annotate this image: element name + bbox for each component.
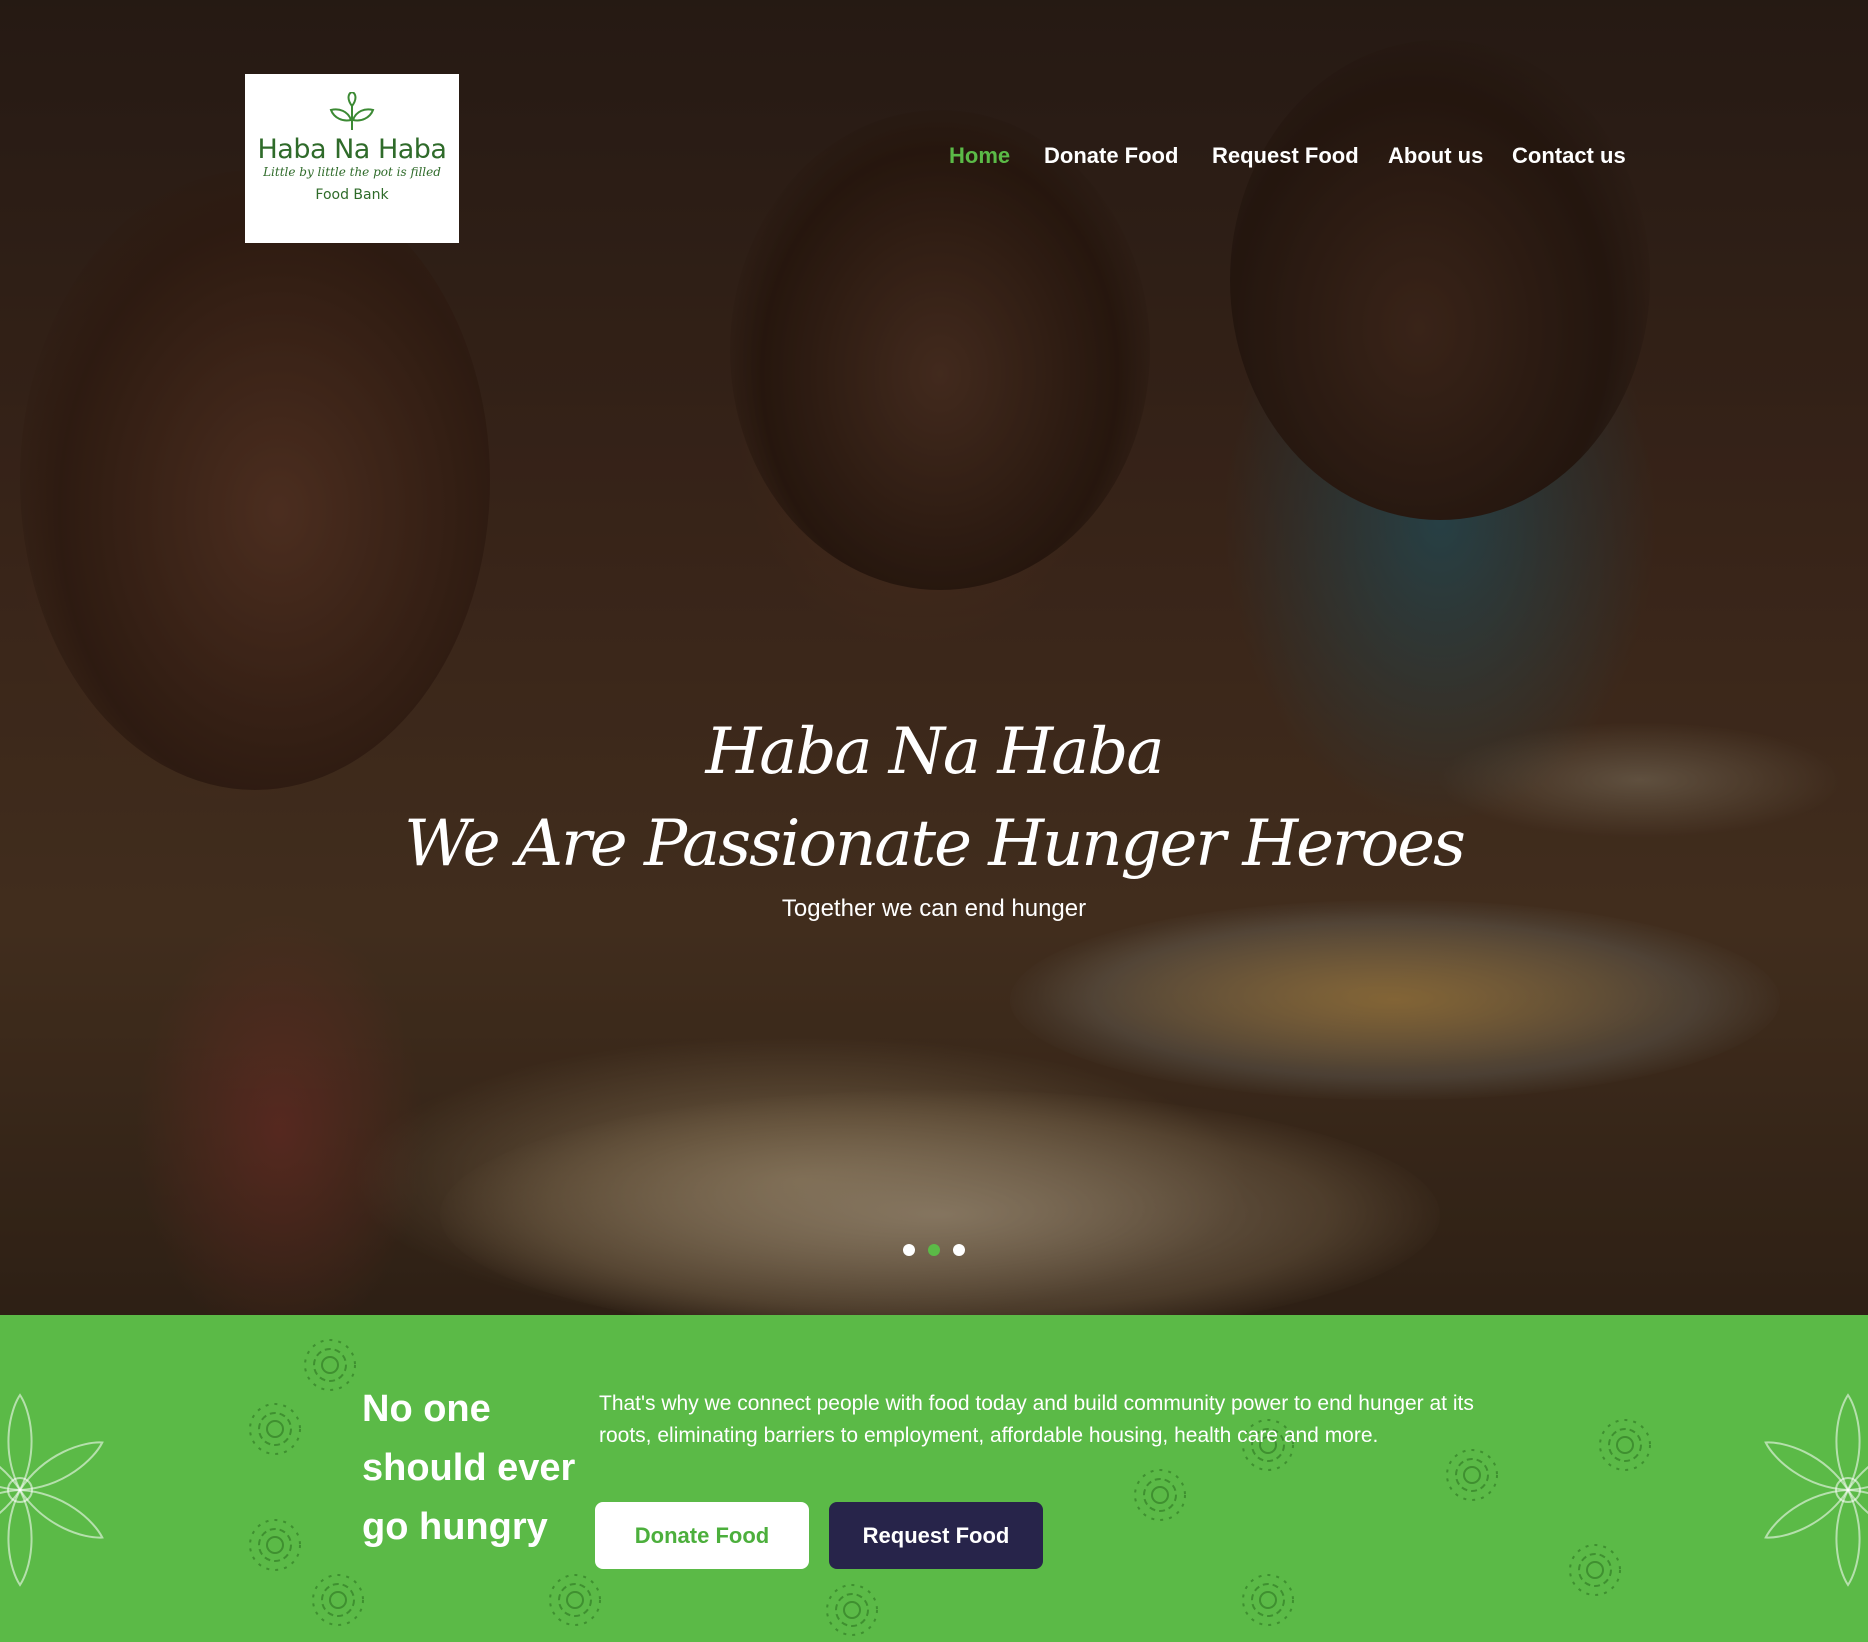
- logo-subtitle: Food Bank: [315, 187, 389, 203]
- band-heading-line2: should ever: [362, 1447, 576, 1489]
- slider-dot-1[interactable]: [903, 1244, 915, 1256]
- small-flower-icon: [826, 1584, 878, 1636]
- nav-about-us[interactable]: About us: [1388, 143, 1483, 169]
- flower-pattern-icon: [1764, 1393, 1868, 1587]
- band-description: That's why we connect people with food t…: [599, 1392, 1474, 1447]
- small-flower-icon: [1134, 1469, 1186, 1521]
- main-nav: Home Donate Food Request Food About us C…: [0, 143, 1868, 177]
- band-heading: No one should ever go hungry: [362, 1380, 592, 1557]
- band-heading-line3: go hungry: [362, 1506, 548, 1548]
- leaf-icon: [329, 92, 375, 130]
- slider-dots: [903, 1244, 965, 1256]
- small-flower-icon: [304, 1339, 356, 1391]
- band-heading-line1: No one: [362, 1388, 491, 1430]
- request-food-button[interactable]: Request Food: [829, 1502, 1043, 1569]
- small-flower-icon: [1446, 1449, 1498, 1501]
- nav-request-food[interactable]: Request Food: [1212, 143, 1359, 169]
- hero-title-line1: Haba Na Haba: [705, 715, 1164, 789]
- small-flower-icon: [249, 1519, 301, 1571]
- nav-home[interactable]: Home: [949, 143, 1010, 169]
- small-flower-icon: [549, 1574, 601, 1626]
- small-flower-icon: [249, 1403, 301, 1455]
- hero-subtitle: Together we can end hunger: [781, 895, 1087, 922]
- small-flower-icon: [1242, 1574, 1294, 1626]
- small-flower-icon: [312, 1574, 364, 1626]
- small-flower-icon: [1599, 1419, 1651, 1471]
- slider-dot-2[interactable]: [928, 1244, 940, 1256]
- donate-food-button[interactable]: Donate Food: [595, 1502, 809, 1569]
- nav-donate-food[interactable]: Donate Food: [1044, 143, 1178, 169]
- flower-pattern-icon: [0, 1393, 104, 1587]
- hero-title-line2: We Are Passionate Hunger Heroes: [404, 807, 1466, 881]
- slider-dot-3[interactable]: [953, 1244, 965, 1256]
- mission-band: [0, 1315, 1868, 1642]
- nav-contact-us[interactable]: Contact us: [1512, 143, 1626, 169]
- small-flower-icon: [1569, 1544, 1621, 1596]
